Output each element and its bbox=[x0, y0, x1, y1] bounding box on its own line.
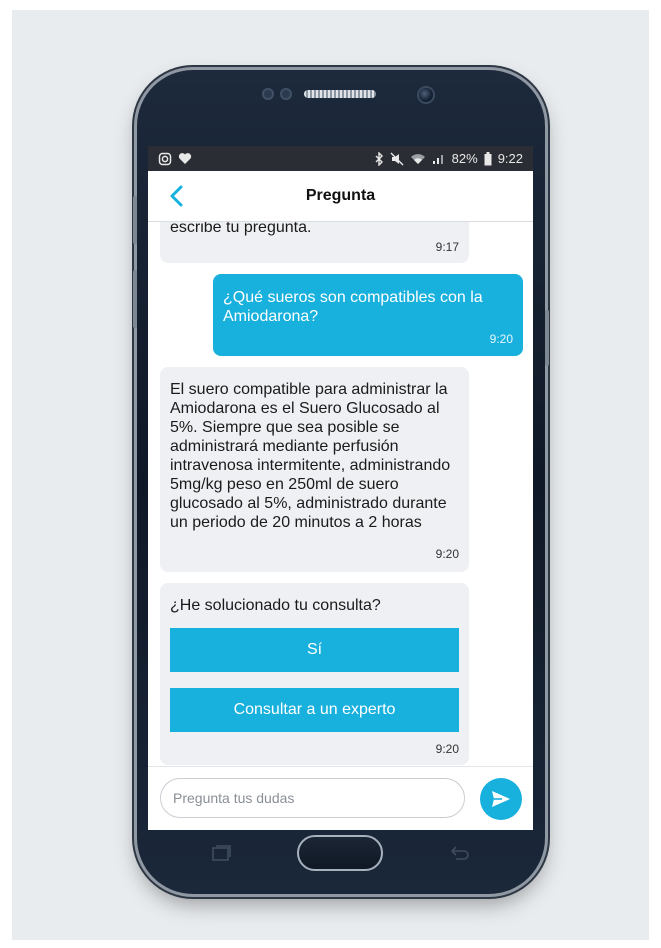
chat-area[interactable]: escribe tu pregunta. 9:17 ¿Qué sueros so… bbox=[148, 222, 533, 766]
status-time: 9:22 bbox=[497, 151, 523, 166]
home-button[interactable] bbox=[297, 835, 383, 871]
message-text: ¿He solucionado tu consulta? bbox=[170, 597, 381, 614]
consult-expert-button[interactable]: Consultar a un experto bbox=[170, 688, 459, 732]
message-time: 9:20 bbox=[489, 332, 513, 346]
user-message: ¿Qué sueros son compatibles con la Amiod… bbox=[213, 274, 523, 356]
message-text: El suero compatible para administrar la … bbox=[170, 381, 451, 531]
chevron-left-icon[interactable] bbox=[166, 184, 188, 208]
volume-button-lower bbox=[133, 270, 137, 328]
page-title: Pregunta bbox=[305, 187, 376, 204]
power-button bbox=[545, 310, 549, 366]
phone-screen: 82% 9:22 Pregunta escribe tu pregunta. 9… bbox=[148, 146, 533, 830]
back-key-icon[interactable] bbox=[446, 843, 472, 863]
composer bbox=[148, 766, 533, 830]
proximity-sensor bbox=[262, 88, 274, 100]
bot-message: El suero compatible para administrar la … bbox=[160, 367, 469, 572]
app-bar: Pregunta bbox=[148, 171, 533, 222]
mute-icon bbox=[390, 152, 404, 165]
message-time: 9:17 bbox=[435, 240, 459, 254]
message-text: ¿Qué sueros son compatibles con la Amiod… bbox=[223, 289, 483, 325]
bot-message: escribe tu pregunta. 9:17 bbox=[160, 222, 469, 263]
heart-icon bbox=[178, 153, 192, 164]
send-button[interactable] bbox=[480, 778, 522, 820]
question-input[interactable] bbox=[160, 778, 465, 818]
yes-button[interactable]: Sí bbox=[170, 628, 459, 672]
bot-question: ¿He solucionado tu consulta? Sí Consulta… bbox=[160, 583, 469, 765]
volume-button bbox=[133, 196, 137, 244]
battery-icon bbox=[484, 151, 492, 165]
instagram-icon bbox=[158, 152, 172, 165]
bluetooth-icon bbox=[375, 151, 383, 166]
recent-apps-icon[interactable] bbox=[208, 843, 234, 863]
light-sensor bbox=[280, 88, 292, 100]
wifi-icon bbox=[410, 154, 425, 164]
message-text: escribe tu pregunta. bbox=[170, 222, 312, 236]
message-time: 9:20 bbox=[435, 547, 459, 561]
message-time: 9:20 bbox=[435, 742, 459, 756]
earpiece-speaker bbox=[304, 90, 376, 98]
signal-icon bbox=[432, 155, 443, 164]
status-bar: 82% 9:22 bbox=[148, 146, 533, 171]
battery-percentage: 82% bbox=[451, 151, 478, 166]
send-icon bbox=[492, 791, 510, 807]
front-camera bbox=[419, 88, 433, 102]
